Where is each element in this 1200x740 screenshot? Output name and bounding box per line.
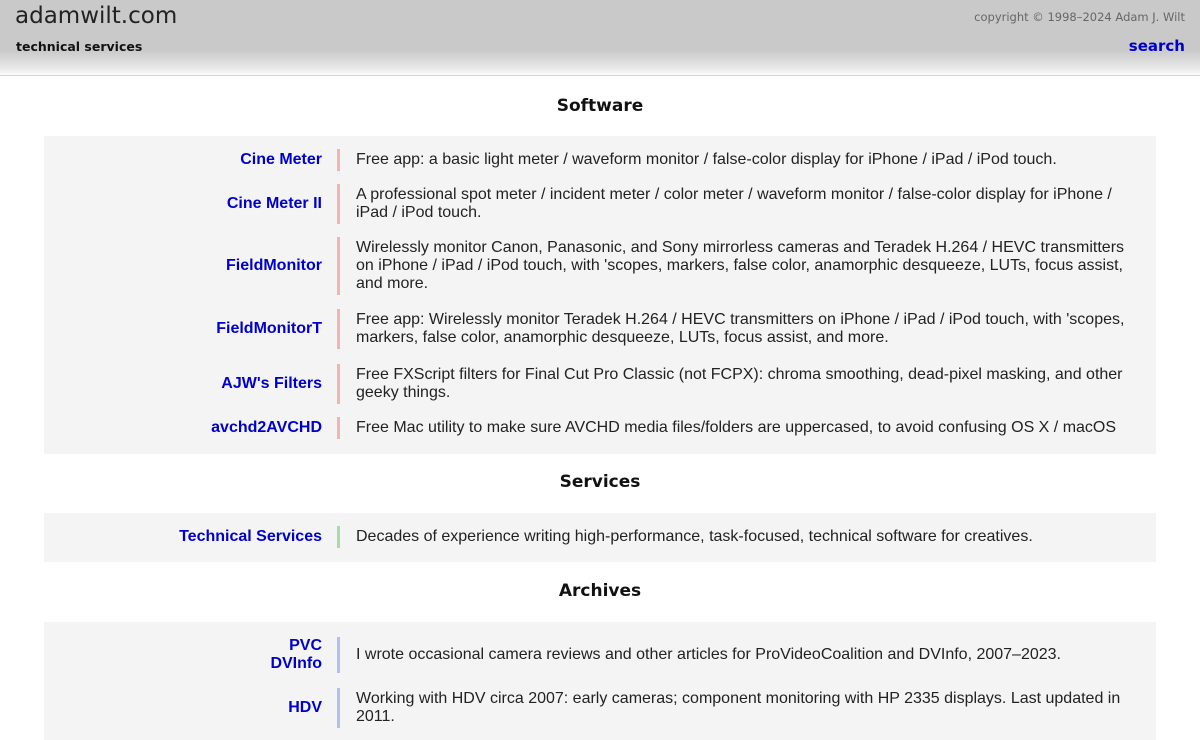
software-row-fieldmonitor: FieldMonitor Wirelessly monitor Canon, P… xyxy=(44,237,1156,295)
search-link[interactable]: search xyxy=(1129,37,1185,55)
software-link-fieldmonitort[interactable]: FieldMonitorT xyxy=(216,320,322,338)
archives-row-pvc-dvinfo: PVC DVInfo I wrote occasional camera rev… xyxy=(44,637,1156,673)
software-link-cine-meter-ii[interactable]: Cine Meter II xyxy=(227,195,322,213)
software-panel: Cine Meter Free app: a basic light meter… xyxy=(44,136,1156,454)
software-row-cine-meter-ii: Cine Meter II A professional spot meter … xyxy=(44,184,1156,224)
archives-link-pvc[interactable]: PVC xyxy=(289,637,322,655)
site-header: adamwilt.com technical services copyrigh… xyxy=(0,0,1200,76)
row-divider xyxy=(337,364,340,404)
software-row-cine-meter: Cine Meter Free app: a basic light meter… xyxy=(44,149,1156,171)
services-row-technical-services: Technical Services Decades of experience… xyxy=(44,526,1156,548)
software-desc-cine-meter-ii: A professional spot meter / incident met… xyxy=(356,186,1112,221)
row-divider xyxy=(337,417,340,439)
software-link-ajws-filters[interactable]: AJW's Filters xyxy=(221,375,322,393)
software-desc-ajws-filters: Free FXScript filters for Final Cut Pro … xyxy=(356,366,1123,401)
archives-row-hdv: HDV Working with HDV circa 2007: early c… xyxy=(44,688,1156,728)
archives-desc-hdv: Working with HDV circa 2007: early camer… xyxy=(356,690,1121,725)
archives-link-hdv[interactable]: HDV xyxy=(288,699,322,717)
software-desc-fieldmonitort: Free app: Wirelessly monitor Teradek H.2… xyxy=(356,311,1125,346)
archives-panel: PVC DVInfo I wrote occasional camera rev… xyxy=(44,622,1156,740)
site-subtitle: technical services xyxy=(16,39,143,54)
row-divider xyxy=(337,149,340,171)
row-divider xyxy=(337,688,340,728)
row-divider xyxy=(337,184,340,224)
archives-heading: Archives xyxy=(558,581,642,601)
software-link-fieldmonitor[interactable]: FieldMonitor xyxy=(226,257,322,275)
copyright-notice: copyright © 1998–2024 Adam J. Wilt xyxy=(974,10,1185,24)
software-heading: Software xyxy=(556,96,644,116)
software-desc-cine-meter: Free app: a basic light meter / waveform… xyxy=(356,151,1057,168)
software-link-cine-meter[interactable]: Cine Meter xyxy=(240,151,322,169)
software-link-avchd2avchd[interactable]: avchd2AVCHD xyxy=(211,419,322,437)
software-desc-avchd2avchd: Free Mac utility to make sure AVCHD medi… xyxy=(356,419,1117,436)
archives-desc-pvc-dvinfo: I wrote occasional camera reviews and ot… xyxy=(356,646,1061,663)
services-panel: Technical Services Decades of experience… xyxy=(44,513,1156,562)
software-row-fieldmonitort: FieldMonitorT Free app: Wirelessly monit… xyxy=(44,309,1156,349)
archives-link-dvinfo[interactable]: DVInfo xyxy=(270,655,322,673)
site-title[interactable]: adamwilt.com xyxy=(15,3,177,29)
software-row-ajws-filters: AJW's Filters Free FXScript filters for … xyxy=(44,364,1156,404)
software-row-avchd2avchd: avchd2AVCHD Free Mac utility to make sur… xyxy=(44,417,1156,439)
services-heading: Services xyxy=(559,472,641,492)
row-divider xyxy=(337,237,340,295)
services-desc-technical-services: Decades of experience writing high-perfo… xyxy=(356,528,1033,545)
row-divider xyxy=(337,309,340,349)
software-desc-fieldmonitor: Wirelessly monitor Canon, Panasonic, and… xyxy=(356,239,1125,292)
row-divider xyxy=(337,526,340,548)
services-link-technical-services[interactable]: Technical Services xyxy=(179,528,322,546)
row-divider xyxy=(337,637,340,673)
